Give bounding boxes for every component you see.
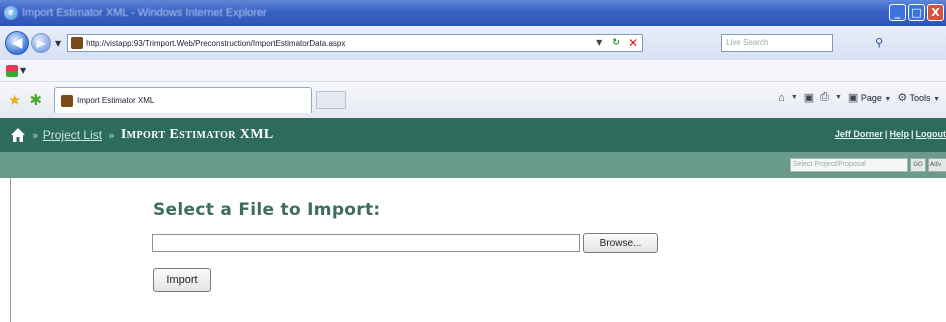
user-link-separator: |	[884, 129, 888, 139]
logout-link[interactable]: Logout	[916, 129, 946, 139]
page-icon	[71, 37, 84, 49]
page-menu[interactable]: ▣ Page ▼	[848, 91, 891, 104]
new-tab-button[interactable]	[316, 91, 347, 109]
window-title-bar: e Import Estimator XML - Windows Interne…	[0, 0, 946, 26]
tab-row: ★ ✱ Import Estimator XML ⌂ ▼ ▣ ⎙ ▼ ▣ Pag…	[0, 82, 946, 118]
favorites-star-icon[interactable]: ★	[8, 91, 21, 109]
rss-icon[interactable]: ▣	[804, 91, 814, 104]
breadcrumb-project-list[interactable]: Project List	[43, 128, 102, 142]
minimize-button[interactable]: _	[889, 4, 906, 21]
main-content: Select a File to Import: Browse... Impor…	[0, 178, 946, 322]
project-search-input[interactable]: Select Project/Proposal	[790, 158, 908, 172]
history-dropdown-icon[interactable]: ▼	[55, 39, 61, 48]
live-search-input[interactable]: Live Search	[721, 34, 834, 52]
tab-label: Import Estimator XML	[77, 96, 155, 105]
refresh-icon[interactable]: ↻	[609, 36, 623, 50]
url-tools: ▼ ↻ ✕	[592, 36, 640, 50]
back-arrow-icon: ◀	[11, 35, 23, 51]
back-button[interactable]: ◀	[5, 31, 29, 55]
page-dropdown-icon: ▼	[884, 96, 892, 103]
addon-row: ▼	[0, 60, 946, 82]
window-title: Import Estimator XML - Windows Internet …	[22, 7, 267, 19]
import-button[interactable]: Import	[153, 268, 211, 292]
user-link-separator: |	[910, 129, 914, 139]
tools-menu-label: Tools	[909, 93, 931, 103]
addon-dropdown-icon[interactable]: ▼	[20, 66, 26, 75]
user-links: Jeff Dorner | Help | Logout	[835, 129, 946, 139]
form-heading: Select a File to Import:	[153, 200, 381, 220]
ie-logo-icon: e	[4, 6, 18, 20]
stop-icon[interactable]: ✕	[626, 36, 640, 50]
page-menu-icon: ▣	[847, 92, 859, 104]
addon-icon[interactable]	[6, 64, 18, 77]
home-page-icon[interactable]: ⌂	[778, 92, 785, 104]
file-path-input[interactable]	[152, 234, 580, 252]
command-bar: ⌂ ▼ ▣ ⎙ ▼ ▣ Page ▼ ⚙ Tools ▼	[778, 91, 940, 104]
tab-import-estimator[interactable]: Import Estimator XML	[54, 87, 313, 113]
home-dropdown-icon[interactable]: ▼	[791, 94, 798, 101]
url-dropdown-icon[interactable]: ▼	[592, 36, 606, 50]
breadcrumb-separator: »	[108, 128, 115, 142]
page-menu-label: Page	[860, 93, 882, 103]
forward-button[interactable]: ▶	[31, 33, 51, 53]
print-dropdown-icon[interactable]: ▼	[835, 94, 842, 101]
print-icon[interactable]: ⎙	[820, 91, 829, 104]
tools-dropdown-icon: ▼	[933, 96, 940, 103]
close-button[interactable]: X	[927, 4, 944, 21]
url-field[interactable]: http://vistapp:93/Trimport.Web/Preconstr…	[67, 34, 644, 52]
page-title: Import Estimator XML	[120, 127, 274, 142]
search-icon[interactable]: ⚲	[869, 34, 889, 52]
tools-menu[interactable]: ⚙ Tools ▼	[897, 91, 940, 104]
maximize-button[interactable]: □	[908, 4, 925, 21]
tab-page-icon	[61, 94, 74, 107]
sub-header: Select Project/Proposal GO Adv	[0, 152, 946, 178]
home-icon[interactable]	[10, 127, 26, 143]
go-button[interactable]: GO	[910, 158, 926, 172]
add-favorites-icon[interactable]: ✱	[29, 91, 42, 109]
url-text: http://vistapp:93/Trimport.Web/Preconstr…	[86, 38, 346, 48]
address-bar: ◀ ▶ ▼ http://vistapp:93/Trimport.Web/Pre…	[0, 26, 946, 60]
forward-arrow-icon: ▶	[36, 36, 46, 50]
user-name-link[interactable]: Jeff Dorner	[835, 129, 883, 139]
browse-button[interactable]: Browse...	[583, 233, 658, 253]
help-link[interactable]: Help	[889, 129, 909, 139]
tools-gear-icon: ⚙	[897, 92, 908, 104]
advanced-search-button[interactable]: Adv	[928, 158, 946, 172]
window-controls: _ □ X	[889, 4, 944, 21]
breadcrumb-separator: »	[32, 128, 39, 142]
app-header: » Project List » Import Estimator XML Je…	[0, 118, 946, 152]
